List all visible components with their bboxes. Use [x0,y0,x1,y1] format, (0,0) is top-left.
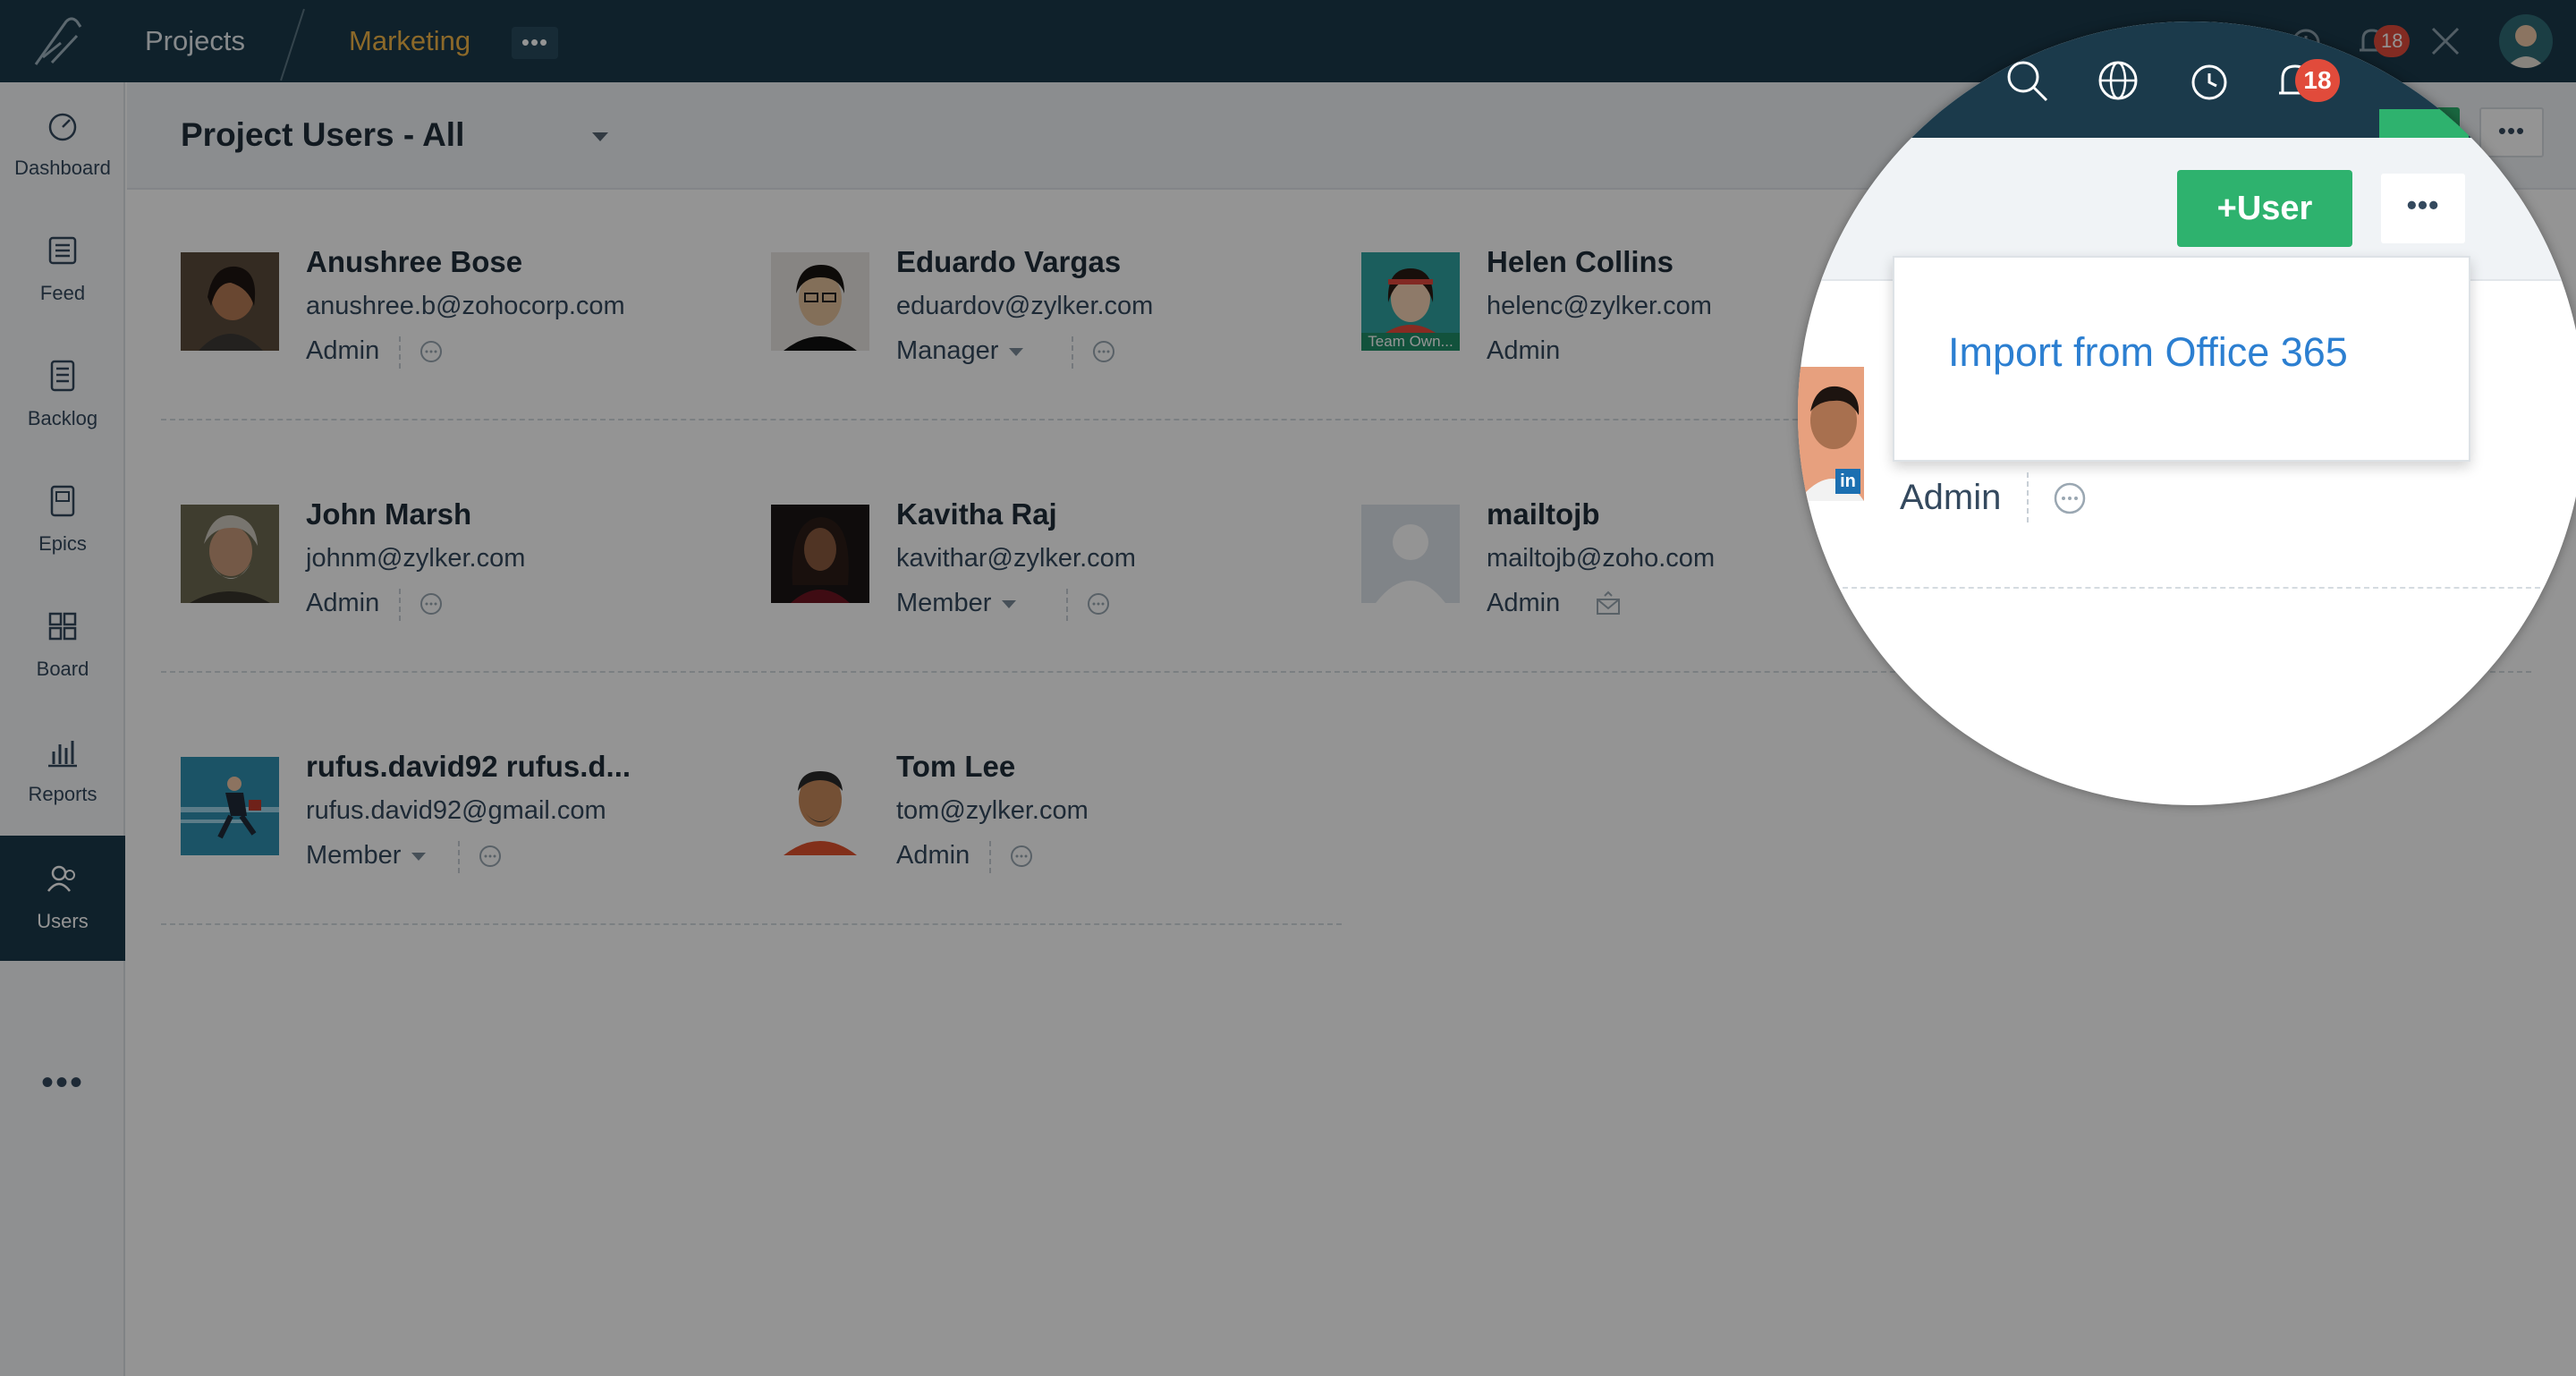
search-icon[interactable] [2002,55,2052,106]
clock-icon[interactable] [2184,55,2234,106]
more-options-menu: Import from Office 365 [1893,256,2470,462]
more-options-button[interactable]: ••• [2381,174,2465,243]
globe-icon[interactable] [2093,55,2143,106]
add-user-button[interactable]: +User [2177,170,2352,247]
row-divider [1834,587,2549,589]
notification-badge: 18 [2295,59,2340,102]
import-from-office365-option[interactable]: Import from Office 365 [1948,329,2348,376]
chat-icon[interactable] [2050,480,2089,519]
linkedin-icon[interactable]: in [1835,469,1860,494]
zoom-callout: 18 +User ••• Import from Office 365 in A… [1798,21,2576,805]
separator [2027,472,2029,522]
user-role: Admin [1900,478,2002,517]
add-user-button-edge [2379,109,2469,138]
